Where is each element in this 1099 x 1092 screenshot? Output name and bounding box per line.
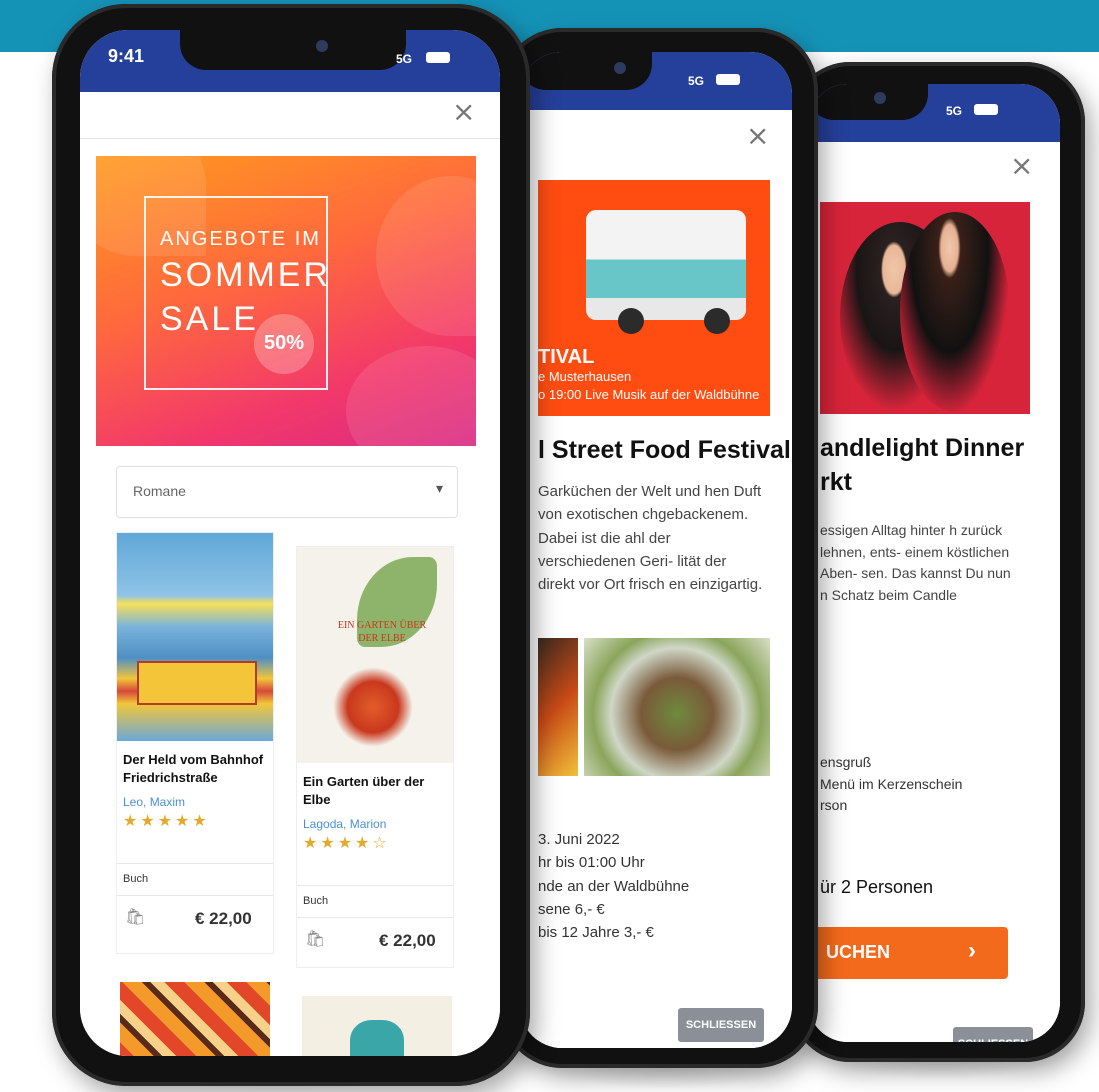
event-price: ür 2 Personen <box>820 877 934 897</box>
book-title[interactable]: Der Held vom Bahnhof Friedrichstraße <box>123 751 269 786</box>
chevron-down-icon: ▾ <box>435 481 443 497</box>
shopping-bag-icon[interactable]: 🛍 <box>125 907 145 926</box>
sale-banner[interactable]: ANGEBOTE IM SOMMER SALE 50% <box>96 156 476 446</box>
book-card[interactable]: Der Held vom Bahnhof Friedrichstraße Leo… <box>116 532 274 954</box>
book-cover: EIN GARTEN ÜBER DER ELBE <box>297 547 453 763</box>
phone-candlelight: 5G × andlelight Dinner rkt essigen Allta… <box>790 62 1085 1062</box>
banner-location-text: e Musterhausen <box>538 369 632 384</box>
book-button[interactable]: UCHEN › <box>808 927 1008 979</box>
category-select[interactable]: Romane ▾ <box>116 466 458 518</box>
event-title-line2: rkt <box>820 468 852 496</box>
sale-line-1: ANGEBOTE IM <box>160 228 321 250</box>
discount-value: 50% <box>263 332 305 354</box>
clock-time: 9:41 <box>108 46 145 66</box>
detail-price-adults: sene 6,- € <box>538 900 605 918</box>
palm-leaf-decoration <box>346 346 476 446</box>
camera-icon <box>874 92 886 104</box>
palm-leaf-decoration <box>376 176 476 336</box>
book-cover <box>117 533 273 741</box>
food-photo-1 <box>538 638 578 776</box>
category-select-value: Romane <box>133 483 186 499</box>
book-button-label: UCHEN <box>826 942 891 962</box>
detail-price-children: bis 12 Jahre 3,- € <box>538 924 654 941</box>
rating-stars: ★★★★★ <box>123 811 210 830</box>
status-bar: 5G <box>520 52 792 110</box>
rating-stars: ★★★★☆ <box>303 833 390 852</box>
modal-sale: × ANGEBOTE IM SOMMER SALE 50% Romane ▾ D… <box>80 92 500 1056</box>
signal-5g-icon: 5G <box>396 52 413 66</box>
close-button[interactable]: SCHLIESSEN <box>953 1027 1033 1042</box>
banner-program-text: o 19:00 Live Musik auf der Waldbühne <box>538 387 760 402</box>
couple-photo-2 <box>900 212 1010 412</box>
sale-line-2: SOMMER <box>160 256 331 294</box>
status-bar: 5G <box>808 84 1060 142</box>
discount-badge: 50% <box>254 314 314 374</box>
battery-icon <box>716 74 740 85</box>
notch <box>520 52 652 90</box>
tram-illustration <box>137 661 257 705</box>
info-line: Menü im Kerzenschein <box>820 775 963 792</box>
card-divider <box>117 863 273 864</box>
shopping-bag-icon[interactable]: 🛍 <box>305 929 325 948</box>
close-button[interactable]: SCHLIESSEN <box>678 1008 764 1042</box>
close-icon[interactable]: × <box>746 122 769 150</box>
detail-time: hr bis 01:00 Uhr <box>538 854 645 872</box>
event-details: 3. Juni 2022 hr bis 01:00 Uhr nde an der… <box>538 828 766 944</box>
phone-screen: 5G × TIVAL e Musterhausen o 19:00 Live M… <box>520 52 792 1048</box>
wheel <box>704 308 730 334</box>
book-format: Buch <box>303 895 329 907</box>
banner-festival-text: TIVAL <box>538 346 595 368</box>
book-price: € 22,00 <box>195 909 252 928</box>
card-divider <box>117 895 273 896</box>
event-title: andlelight Dinner <box>820 434 1025 462</box>
card-divider <box>297 917 453 918</box>
modal-street-food: × TIVAL e Musterhausen o 19:00 Live Musi… <box>520 110 792 1048</box>
event-description: Garküchen der Welt und hen Duft von exot… <box>538 483 763 593</box>
wheel <box>618 308 644 334</box>
event-description: essigen Alltag hinter h zurück lehnen, e… <box>820 522 1011 604</box>
modal-header-divider <box>80 138 500 139</box>
phone-screen: 5G × andlelight Dinner rkt essigen Allta… <box>808 84 1060 1042</box>
close-icon[interactable]: × <box>1010 152 1033 180</box>
food-truck-illustration <box>586 210 746 320</box>
card-divider <box>297 885 453 886</box>
notch <box>808 84 928 120</box>
event-title: l Street Food Festival <box>538 436 791 464</box>
book-title[interactable]: Ein Garten über der Elbe <box>303 773 449 808</box>
signal-5g-icon: 5G <box>946 104 963 118</box>
chevron-right-icon: › <box>968 937 976 964</box>
phone-screen: 9:41 5G × ANGEBOTE IM SOMMER SALE 50% Ro… <box>80 30 500 1056</box>
event-image <box>820 202 1030 414</box>
event-menu-info: ensgruß Menü im Kerzenschein rson <box>820 752 1020 817</box>
book-format: Buch <box>123 873 149 885</box>
signal-5g-icon: 5G <box>688 74 705 88</box>
phone-bookstore: 9:41 5G × ANGEBOTE IM SOMMER SALE 50% Ro… <box>52 4 530 1086</box>
info-line: rson <box>820 797 848 814</box>
food-photo-2 <box>584 638 770 776</box>
book-cover-next[interactable] <box>120 982 270 1056</box>
camera-icon <box>316 40 328 52</box>
book-price: € 22,00 <box>379 931 436 950</box>
info-line: ensgruß <box>820 754 872 770</box>
camera-icon <box>614 62 626 74</box>
event-image: TIVAL e Musterhausen o 19:00 Live Musik … <box>538 180 770 416</box>
modal-candlelight: × andlelight Dinner rkt essigen Alltag h… <box>808 142 1060 1042</box>
cover-title: EIN GARTEN ÜBER DER ELBE <box>337 620 427 644</box>
phone-street-food: 5G × TIVAL e Musterhausen o 19:00 Live M… <box>500 28 818 1068</box>
battery-icon <box>426 52 450 63</box>
close-icon[interactable]: × <box>452 98 475 126</box>
notch <box>180 30 406 70</box>
battery-icon <box>974 104 998 115</box>
status-bar: 9:41 5G <box>80 30 500 92</box>
book-cover-next[interactable] <box>302 996 452 1056</box>
flower-illustration <box>333 667 413 747</box>
detail-location: nde an der Waldbühne <box>538 877 690 895</box>
book-card[interactable]: EIN GARTEN ÜBER DER ELBE Ein Garten über… <box>296 546 454 968</box>
book-author[interactable]: Lagoda, Marion <box>303 817 386 831</box>
book-author[interactable]: Leo, Maxim <box>123 795 185 809</box>
detail-date: 3. Juni 2022 <box>538 831 620 848</box>
elephant-illustration <box>350 1020 404 1056</box>
sale-line-3: SALE <box>160 300 259 338</box>
